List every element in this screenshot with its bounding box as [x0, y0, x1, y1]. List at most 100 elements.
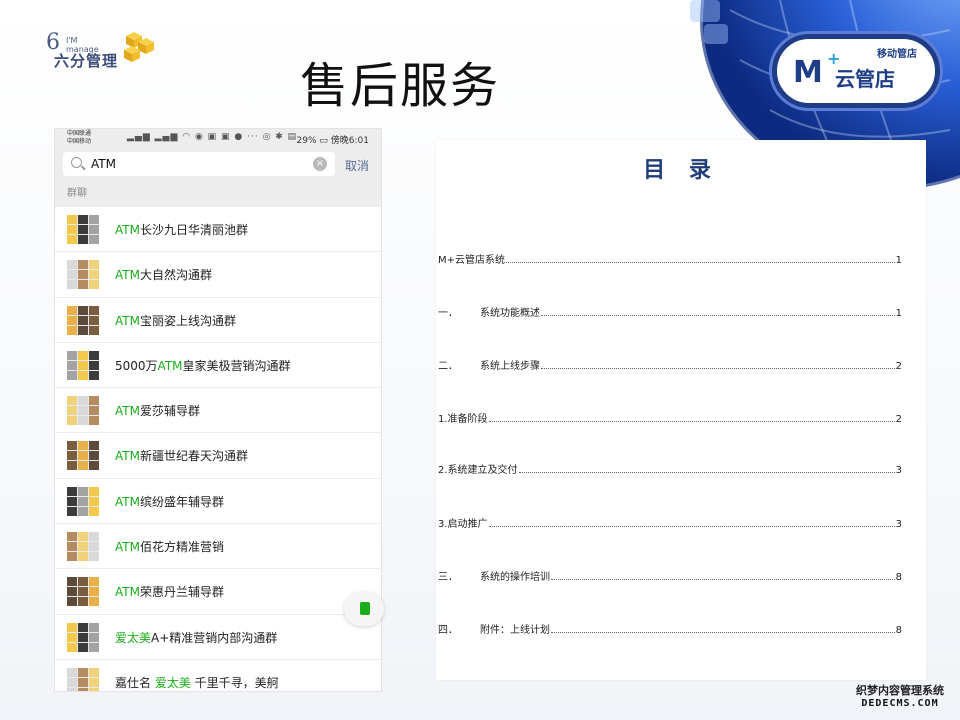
title-text: A+精准营销内部沟通群	[151, 630, 278, 645]
toc-entry[interactable]: 一． 系统功能概述 1	[438, 305, 902, 319]
toc-entry-page: 3	[895, 465, 902, 476]
logo-cn: 六分管理	[54, 52, 119, 70]
group-chat-title: ATM新疆世纪春天沟通群	[115, 447, 248, 464]
group-chat-row[interactable]: ATM长沙九日华清丽池群	[55, 207, 381, 253]
toc-entry-label: 3.启动推广	[438, 519, 488, 530]
toc-entry[interactable]: 二． 系统上线步骤 2	[438, 358, 902, 372]
group-avatar	[67, 486, 99, 516]
m-cloud-store-logo: 移动管店 M + 云管店	[772, 34, 940, 108]
toc-entry[interactable]: 1.准备阶段 2	[438, 411, 902, 425]
title-text: 长沙九日华清丽池群	[139, 223, 248, 237]
toc-leader-dots	[541, 315, 895, 316]
search-box[interactable]: ×	[63, 152, 335, 176]
group-avatar	[67, 350, 99, 380]
search-highlight: ATM	[115, 223, 140, 237]
group-chat-row[interactable]: ATM荣惠丹兰辅导群	[55, 569, 381, 615]
group-chat-row[interactable]: ATM大自然沟通群	[55, 252, 381, 298]
search-highlight: ATM	[157, 358, 183, 373]
search-highlight: ATM	[115, 268, 140, 283]
group-avatar	[67, 305, 99, 335]
floating-note-button[interactable]	[344, 592, 384, 626]
group-chat-title: ATM爱莎辅导群	[115, 402, 200, 419]
toc-entry-page: 8	[895, 572, 902, 583]
carrier-1: 中国联通	[67, 130, 92, 137]
toc-entry-label: 系统上线步骤	[480, 361, 540, 372]
toc-entry-label: 1.准备阶段	[438, 414, 488, 425]
title-text: 5000万	[115, 358, 158, 373]
toc-entry[interactable]: 2.系统建立及交付 3	[438, 462, 902, 476]
toc-leader-dots	[518, 472, 895, 473]
group-avatar	[67, 577, 99, 607]
title-text: 宝丽姿上线沟通群	[139, 313, 236, 328]
group-chat-title: 5000万ATM皇家美极营销沟通群	[115, 357, 291, 374]
toc-leader-dots	[506, 262, 895, 263]
status-time: 傍晚6:01	[330, 136, 369, 146]
search-highlight: ATM	[115, 494, 140, 509]
status-right: 29% ▭ 傍晚6:01	[297, 133, 369, 146]
group-chat-row[interactable]: 爱太美A+精准营销内部沟通群	[55, 614, 381, 660]
toc-entry[interactable]: M+云管店系统 1	[438, 252, 902, 266]
toc-entry-number: 四．	[438, 625, 458, 636]
toc-entry-label: M+云管店系统	[438, 255, 506, 266]
group-avatar	[67, 215, 99, 244]
toc-entry-page: 1	[895, 255, 902, 266]
group-chat-row[interactable]: 嘉仕名 爱太美 千里千寻，美舸	[55, 659, 381, 691]
toc-entry[interactable]: 四． 附件：上线计划 8	[438, 622, 902, 636]
search-highlight: ATM	[115, 540, 140, 555]
search-highlight: 爱太美	[154, 675, 191, 690]
slide-title: 售后服务	[300, 58, 501, 114]
cubes-icon	[124, 32, 154, 62]
toc-leader-dots	[488, 421, 895, 422]
group-chat-row[interactable]: ATM宝丽姿上线沟通群	[55, 297, 381, 343]
dedecms-watermark: 织梦内容管理系统 DEDECMS.COM	[848, 684, 952, 714]
group-avatar	[67, 667, 99, 691]
note-icon	[360, 602, 370, 615]
group-chat-title: ATM荣惠丹兰辅导群	[115, 583, 224, 600]
group-chat-row[interactable]: ATM缤纷盛年辅导群	[55, 478, 381, 525]
group-chat-title: ATM缤纷盛年辅导群	[115, 493, 224, 510]
logo-sub: 移动管店	[877, 49, 917, 60]
title-text: 皇家美极营销沟通群	[182, 358, 291, 373]
six-manage-logo: 6 I'M manage 六分管理	[46, 30, 156, 70]
search-highlight: ATM	[115, 449, 140, 464]
section-label-group-chats: 群聊	[55, 179, 381, 207]
toc-entry[interactable]: 3.启动推广 3	[438, 516, 902, 530]
title-text: 荣惠丹兰辅导群	[139, 585, 224, 600]
toc-leader-dots	[488, 526, 895, 527]
carrier-2: 中国移动	[67, 138, 92, 145]
toc-entry[interactable]: 三． 系统的操作培训 8	[438, 569, 902, 583]
group-chat-row[interactable]: 5000万ATM皇家美极营销沟通群	[55, 342, 381, 389]
clear-icon[interactable]: ×	[313, 157, 327, 171]
battery-icon: ▭	[319, 136, 331, 146]
group-chat-row[interactable]: ATM佰花方精准营销	[55, 524, 381, 570]
group-chat-title: ATM大自然沟通群	[115, 266, 212, 283]
toc-entry-page: 1	[895, 308, 902, 319]
carrier-labels: 中国联通 中国移动	[67, 130, 91, 146]
toc-document: 目 录 M+云管店系统 1 一． 系统功能概述 1 二． 系统上线步骤 2 1.准备阶段 2 2.系…	[436, 140, 926, 680]
toc-entry-page: 2	[895, 361, 902, 372]
search-highlight: ATM	[115, 404, 140, 419]
toc-entry-label: 系统功能概述	[480, 308, 540, 319]
toc-entry-page: 8	[895, 625, 902, 636]
group-chat-title: ATM长沙九日华清丽池群	[115, 221, 248, 238]
title-text: 缤纷盛年辅导群	[139, 494, 224, 509]
logo-mark: M	[793, 55, 823, 90]
battery-percent: 29%	[296, 136, 317, 146]
toc-entry-page: 2	[895, 414, 902, 425]
group-chat-row[interactable]: ATM新疆世纪春天沟通群	[55, 433, 381, 479]
title-text: 爱莎辅导群	[139, 404, 200, 419]
status-bar: 中国联通 中国移动 ▂▄▆ ▂▄▆ ◠ ◉ ▣ ▣ ● ··· ◎ ✱ ▤ 29…	[55, 129, 381, 149]
title-text: 大自然沟通群	[139, 268, 212, 283]
toc-title: 目 录	[643, 158, 719, 183]
group-chat-title: ATM佰花方精准营销	[115, 538, 224, 555]
status-icons: ▂▄▆ ▂▄▆ ◠ ◉ ▣ ▣ ● ··· ◎ ✱ ▤	[127, 132, 298, 142]
group-chat-title: 爱太美A+精准营销内部沟通群	[115, 629, 277, 646]
search-input[interactable]	[91, 154, 301, 174]
group-chat-row[interactable]: ATM爱莎辅导群	[55, 388, 381, 434]
toc-entry-number: 二．	[438, 361, 458, 372]
toc-leader-dots	[541, 368, 895, 369]
search-highlight: ATM	[115, 313, 140, 328]
title-text: 嘉仕名	[115, 675, 155, 690]
search-highlight: ATM	[115, 585, 140, 600]
cancel-button[interactable]: 取消	[345, 157, 369, 174]
